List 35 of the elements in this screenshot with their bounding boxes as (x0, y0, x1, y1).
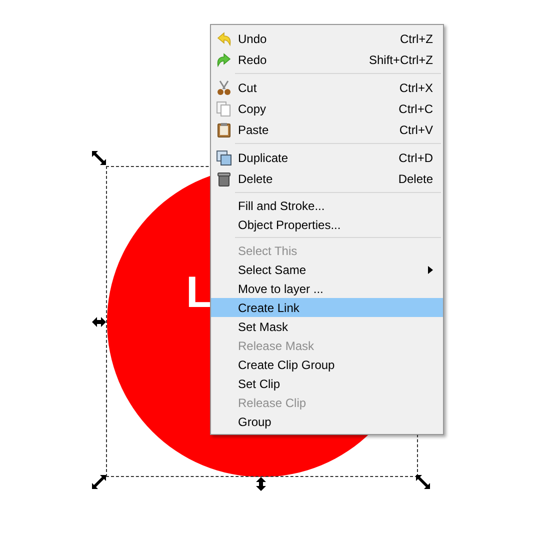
resize-handle-icon[interactable] (91, 314, 107, 330)
menu-item[interactable]: Undo Ctrl+Z (211, 28, 443, 49)
shortcut-text: Delete (398, 172, 433, 186)
menu-item[interactable]: Copy Ctrl+C (211, 98, 443, 119)
shape-letter: L (186, 270, 213, 316)
menu-item[interactable]: Group (211, 412, 443, 431)
menu-item[interactable]: Delete Delete (211, 168, 443, 189)
menu-item[interactable]: Cut Ctrl+X (211, 77, 443, 98)
menu-item[interactable]: Create Clip Group (211, 355, 443, 374)
shortcut-text: Ctrl+V (399, 122, 433, 136)
shortcut-text: Ctrl+D (398, 150, 433, 164)
menu-item[interactable]: Create Link (211, 298, 443, 317)
resize-handle-icon[interactable] (415, 474, 431, 490)
shortcut-text: Ctrl+Z (400, 32, 433, 46)
clipboard-icon (216, 122, 232, 138)
menu-item[interactable]: Duplicate Ctrl+D (211, 147, 443, 168)
shortcut-text: Shift+Ctrl+Z (368, 52, 433, 66)
menu-item[interactable]: Set Mask (211, 317, 443, 336)
copy-pages-icon (216, 100, 232, 116)
menu-item[interactable]: Select Same (211, 260, 443, 279)
menu-item[interactable]: Fill and Stroke... (211, 196, 443, 215)
menu-item[interactable]: Set Clip (211, 374, 443, 393)
menu-item[interactable]: Object Properties... (211, 215, 443, 234)
undo-arrow-icon (216, 30, 232, 46)
resize-handle-icon[interactable] (91, 150, 107, 166)
trash-can-icon (216, 170, 232, 186)
duplicate-icon (216, 150, 232, 166)
shortcut-text: Ctrl+X (399, 80, 433, 94)
redo-arrow-icon (216, 52, 232, 68)
resize-handle-icon[interactable] (91, 474, 107, 490)
scissors-icon (216, 80, 232, 96)
menu-item[interactable]: Paste Ctrl+V (211, 119, 443, 140)
menu-item[interactable]: Redo Shift+Ctrl+Z (211, 49, 443, 70)
shortcut-text: Ctrl+C (398, 102, 433, 116)
menu-item[interactable]: Move to layer ... (211, 279, 443, 298)
